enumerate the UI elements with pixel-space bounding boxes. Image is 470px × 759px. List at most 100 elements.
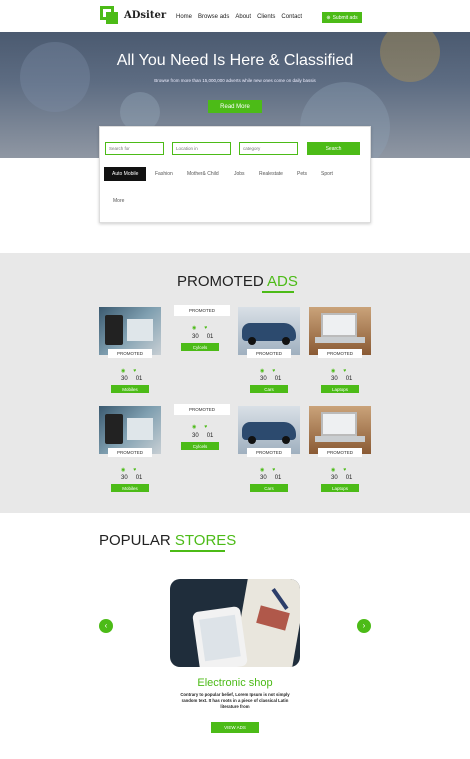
search-button[interactable]: Search bbox=[307, 142, 360, 155]
category-pets[interactable]: Pets bbox=[297, 167, 307, 181]
ad-image-mobile[interactable] bbox=[99, 307, 161, 355]
ad-card[interactable]: PROMOTED ◉ ♥ 30 01 Mobiles bbox=[99, 406, 161, 494]
eye-icon: ◉ bbox=[121, 368, 126, 374]
nav-contact[interactable]: Contact bbox=[281, 14, 302, 20]
category-realestate[interactable]: Realestate bbox=[259, 167, 283, 181]
ad-icons: ◉ ♥ bbox=[121, 467, 136, 473]
category-input[interactable] bbox=[239, 142, 298, 155]
ad-category[interactable]: Laptops bbox=[321, 385, 359, 393]
hero-subtitle: Browse from more than 15,000,000 adverts… bbox=[154, 78, 316, 83]
store-name: Electronic shop bbox=[197, 677, 273, 689]
promoted-badge: PROMOTED bbox=[174, 305, 230, 316]
ad-icons: ◉ ♥ bbox=[192, 325, 207, 331]
heart-icon: ♥ bbox=[272, 368, 276, 374]
ad-icons: ◉ ♥ bbox=[192, 424, 207, 430]
site-header: ADsiter Home Browse ads About Clients Co… bbox=[0, 0, 470, 32]
carousel-next-button[interactable]: › bbox=[357, 619, 371, 633]
upload-icon: ⊕ bbox=[326, 14, 331, 21]
nav-home[interactable]: Home bbox=[176, 14, 192, 20]
read-more-button[interactable]: Read More bbox=[208, 100, 262, 113]
ad-category[interactable]: Cars bbox=[250, 484, 288, 492]
promoted-badge: PROMOTED bbox=[318, 448, 362, 457]
category-mother-child[interactable]: Mother& Child bbox=[187, 167, 219, 181]
chevron-left-icon: ‹ bbox=[104, 621, 108, 630]
brand-name: ADsiter bbox=[124, 9, 167, 21]
ad-card[interactable]: PROMOTED ◉ ♥ 30 01 Cars bbox=[238, 406, 300, 494]
promoted-badge: PROMOTED bbox=[174, 404, 230, 415]
ad-stats: 30 01 bbox=[192, 334, 214, 340]
ad-icons: ◉ ♥ bbox=[331, 467, 346, 473]
store-description: Contrary to popular belief, Lorem Ipsum … bbox=[180, 692, 290, 709]
eye-icon: ◉ bbox=[331, 368, 336, 374]
eye-icon: ◉ bbox=[331, 467, 336, 473]
chevron-right-icon: › bbox=[362, 621, 366, 630]
ad-stats: 30 01 bbox=[331, 376, 353, 382]
submit-ads-label: Submit ads bbox=[332, 14, 358, 21]
stores-title-underline bbox=[170, 550, 225, 552]
submit-ads-button[interactable]: ⊕ Submit ads bbox=[322, 12, 362, 23]
category-more[interactable]: More bbox=[113, 194, 124, 208]
eye-icon: ◉ bbox=[260, 368, 265, 374]
ad-card[interactable]: PROMOTED ◉ ♥ 30 01 Cylcels bbox=[172, 404, 234, 452]
ad-image-car[interactable] bbox=[238, 406, 300, 454]
promoted-badge: PROMOTED bbox=[247, 448, 291, 457]
carousel-prev-button[interactable]: ‹ bbox=[99, 619, 113, 633]
ad-stats: 30 01 bbox=[192, 433, 214, 439]
promoted-title-underline bbox=[262, 291, 294, 293]
nav-clients[interactable]: Clients bbox=[257, 14, 275, 20]
ad-card[interactable]: PROMOTED ◉ ♥ 30 01 Laptops bbox=[309, 307, 371, 395]
ad-image-laptop[interactable] bbox=[309, 406, 371, 454]
ad-category[interactable]: Mobiles bbox=[111, 484, 149, 492]
hero-title: All You Need Is Here & Classified bbox=[116, 52, 354, 69]
nav-about[interactable]: About bbox=[235, 14, 251, 20]
promoted-section bbox=[0, 253, 470, 513]
logo-icon bbox=[100, 6, 118, 24]
eye-icon: ◉ bbox=[260, 467, 265, 473]
ad-category[interactable]: Cars bbox=[250, 385, 288, 393]
category-sport[interactable]: Sport bbox=[321, 167, 333, 181]
ad-card[interactable]: PROMOTED ◉ ♥ 30 01 Mobiles bbox=[99, 307, 161, 395]
ad-category[interactable]: Cylcels bbox=[181, 343, 219, 351]
ad-card[interactable]: PROMOTED ◉ ♥ 30 01 Laptops bbox=[309, 406, 371, 494]
store-image[interactable] bbox=[170, 579, 300, 667]
view-ads-button[interactable]: VIEW ADS bbox=[211, 722, 259, 733]
heart-icon: ♥ bbox=[133, 467, 137, 473]
ad-icons: ◉ ♥ bbox=[260, 467, 275, 473]
search-panel: Search Auto Mobile Fashion Mother& Child… bbox=[99, 126, 371, 223]
ad-icons: ◉ ♥ bbox=[331, 368, 346, 374]
ad-stats: 30 01 bbox=[121, 475, 143, 481]
ad-icons: ◉ ♥ bbox=[260, 368, 275, 374]
nav-browse-ads[interactable]: Browse ads bbox=[198, 14, 229, 20]
ad-image-mobile[interactable] bbox=[99, 406, 161, 454]
category-jobs[interactable]: Jobs bbox=[234, 167, 245, 181]
heart-icon: ♥ bbox=[343, 467, 347, 473]
stores-title: POPULAR STORES bbox=[99, 532, 237, 549]
eye-icon: ◉ bbox=[121, 467, 126, 473]
ad-card[interactable]: PROMOTED ◉ ♥ 30 01 Cylcels bbox=[172, 305, 234, 353]
ad-category[interactable]: Laptops bbox=[321, 484, 359, 492]
ad-stats: 30 01 bbox=[121, 376, 143, 382]
ad-stats: 30 01 bbox=[260, 376, 282, 382]
ad-image-car[interactable] bbox=[238, 307, 300, 355]
promoted-badge: PROMOTED bbox=[247, 349, 291, 358]
heart-icon: ♥ bbox=[343, 368, 347, 374]
promoted-badge: PROMOTED bbox=[108, 349, 152, 358]
location-input[interactable] bbox=[172, 142, 231, 155]
ad-image-laptop[interactable] bbox=[309, 307, 371, 355]
search-input[interactable] bbox=[105, 142, 164, 155]
eye-icon: ◉ bbox=[192, 424, 197, 430]
ad-category[interactable]: Cylcels bbox=[181, 442, 219, 450]
category-fashion[interactable]: Fashion bbox=[155, 167, 173, 181]
heart-icon: ♥ bbox=[204, 424, 208, 430]
category-auto-mobile[interactable]: Auto Mobile bbox=[104, 167, 147, 181]
ad-category[interactable]: Mobiles bbox=[111, 385, 149, 393]
logo[interactable]: ADsiter bbox=[100, 6, 166, 24]
ad-card[interactable]: PROMOTED ◉ ♥ 30 01 Cars bbox=[238, 307, 300, 395]
eye-icon: ◉ bbox=[192, 325, 197, 331]
main-nav: Home Browse ads About Clients Contact bbox=[176, 14, 302, 20]
ad-stats: 30 01 bbox=[331, 475, 353, 481]
heart-icon: ♥ bbox=[204, 325, 208, 331]
promoted-badge: PROMOTED bbox=[108, 448, 152, 457]
ad-icons: ◉ ♥ bbox=[121, 368, 136, 374]
ad-stats: 30 01 bbox=[260, 475, 282, 481]
